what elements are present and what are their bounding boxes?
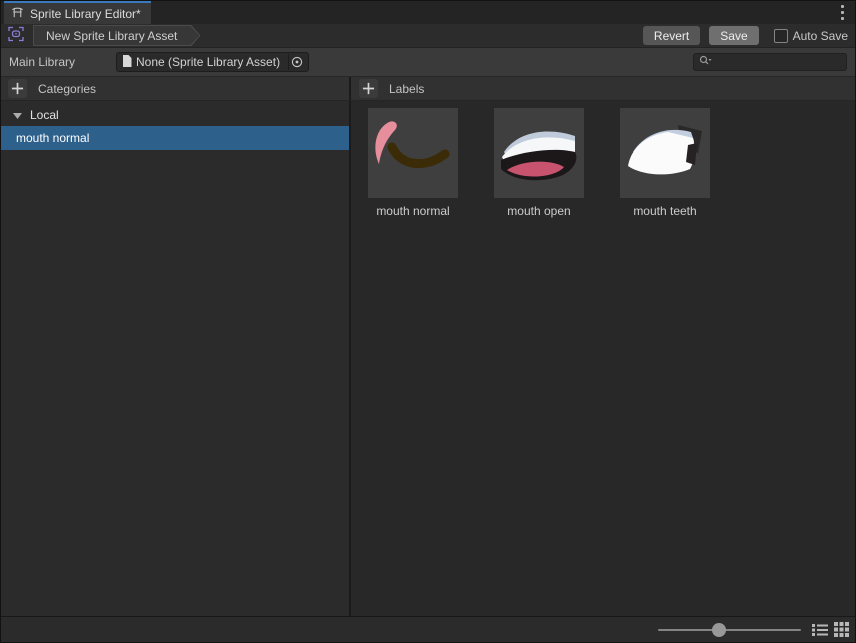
kebab-menu-icon[interactable]: [837, 1, 848, 24]
content: Local mouth normal mouth normal mouth op…: [1, 101, 855, 616]
sprite-thumbnail-mouth-teeth: [620, 108, 710, 198]
list-view-icon[interactable]: [812, 623, 828, 640]
object-field-value: None (Sprite Library Asset): [136, 55, 281, 69]
local-foldout[interactable]: Local: [1, 104, 349, 126]
labels-header-label: Labels: [389, 81, 425, 96]
categories-header: Categories: [1, 77, 351, 100]
document-icon: [122, 54, 132, 70]
bottom-bar: [1, 616, 855, 642]
revert-button[interactable]: Revert: [642, 26, 701, 45]
add-category-button[interactable]: [8, 79, 27, 98]
tab-title: Sprite Library Editor*: [30, 6, 141, 21]
sprite-label: mouth teeth: [633, 204, 697, 218]
sprite-asset-icon: [8, 26, 24, 45]
zoom-slider[interactable]: [658, 623, 801, 637]
sprite-library-editor-icon: [11, 6, 24, 22]
category-item-mouth-normal[interactable]: mouth normal: [1, 126, 349, 150]
label-item-mouth-teeth[interactable]: mouth teeth: [620, 108, 710, 218]
sprite-label: mouth normal: [376, 204, 450, 218]
main-library-row: Main Library None (Sprite Library Asset): [1, 48, 856, 76]
breadcrumb[interactable]: New Sprite Library Asset: [33, 25, 200, 46]
view-mode-buttons: [812, 622, 849, 640]
zoom-slider-knob[interactable]: [712, 623, 727, 637]
sprite-library-editor-window: Sprite Library Editor* New Sprite Librar…: [0, 0, 856, 643]
search-input[interactable]: [716, 55, 856, 69]
toolbar-right: Revert Save Auto Save: [642, 26, 848, 45]
search-field[interactable]: [693, 53, 856, 71]
breadcrumb-label: New Sprite Library Asset: [46, 28, 178, 43]
tab-sprite-library-editor[interactable]: Sprite Library Editor*: [4, 1, 151, 24]
label-item-mouth-normal[interactable]: mouth normal: [368, 108, 458, 218]
triangle-down-icon: [13, 108, 22, 122]
save-button[interactable]: Save: [709, 26, 759, 45]
sprite-label: mouth open: [507, 204, 571, 218]
categories-panel: Local mouth normal: [1, 101, 351, 616]
grid-view-icon[interactable]: [834, 622, 849, 640]
main-library-label: Main Library: [9, 55, 76, 69]
toolbar: New Sprite Library Asset Revert Save Aut…: [1, 24, 855, 48]
label-item-mouth-open[interactable]: mouth open: [494, 108, 584, 218]
sprite-thumbnail-mouth-open: [494, 108, 584, 198]
auto-save-label: Auto Save: [792, 28, 848, 43]
object-picker-icon[interactable]: [288, 54, 305, 70]
tab-strip: Sprite Library Editor*: [1, 1, 855, 24]
sprite-thumbnail-mouth-normal: [368, 108, 458, 198]
categories-header-label: Categories: [38, 81, 97, 96]
kebab-dots: [841, 4, 844, 22]
local-foldout-label: Local: [30, 108, 59, 122]
panel-headers: Categories Labels: [1, 76, 855, 101]
auto-save-checkbox[interactable]: [773, 28, 788, 43]
search-icon: [699, 55, 712, 69]
labels-panel: mouth normal mouth open mouth teeth: [351, 101, 855, 616]
labels-header: Labels: [351, 77, 855, 100]
category-item-label: mouth normal: [16, 131, 90, 145]
add-label-button[interactable]: [359, 79, 378, 98]
main-library-object-field[interactable]: None (Sprite Library Asset): [116, 52, 309, 72]
